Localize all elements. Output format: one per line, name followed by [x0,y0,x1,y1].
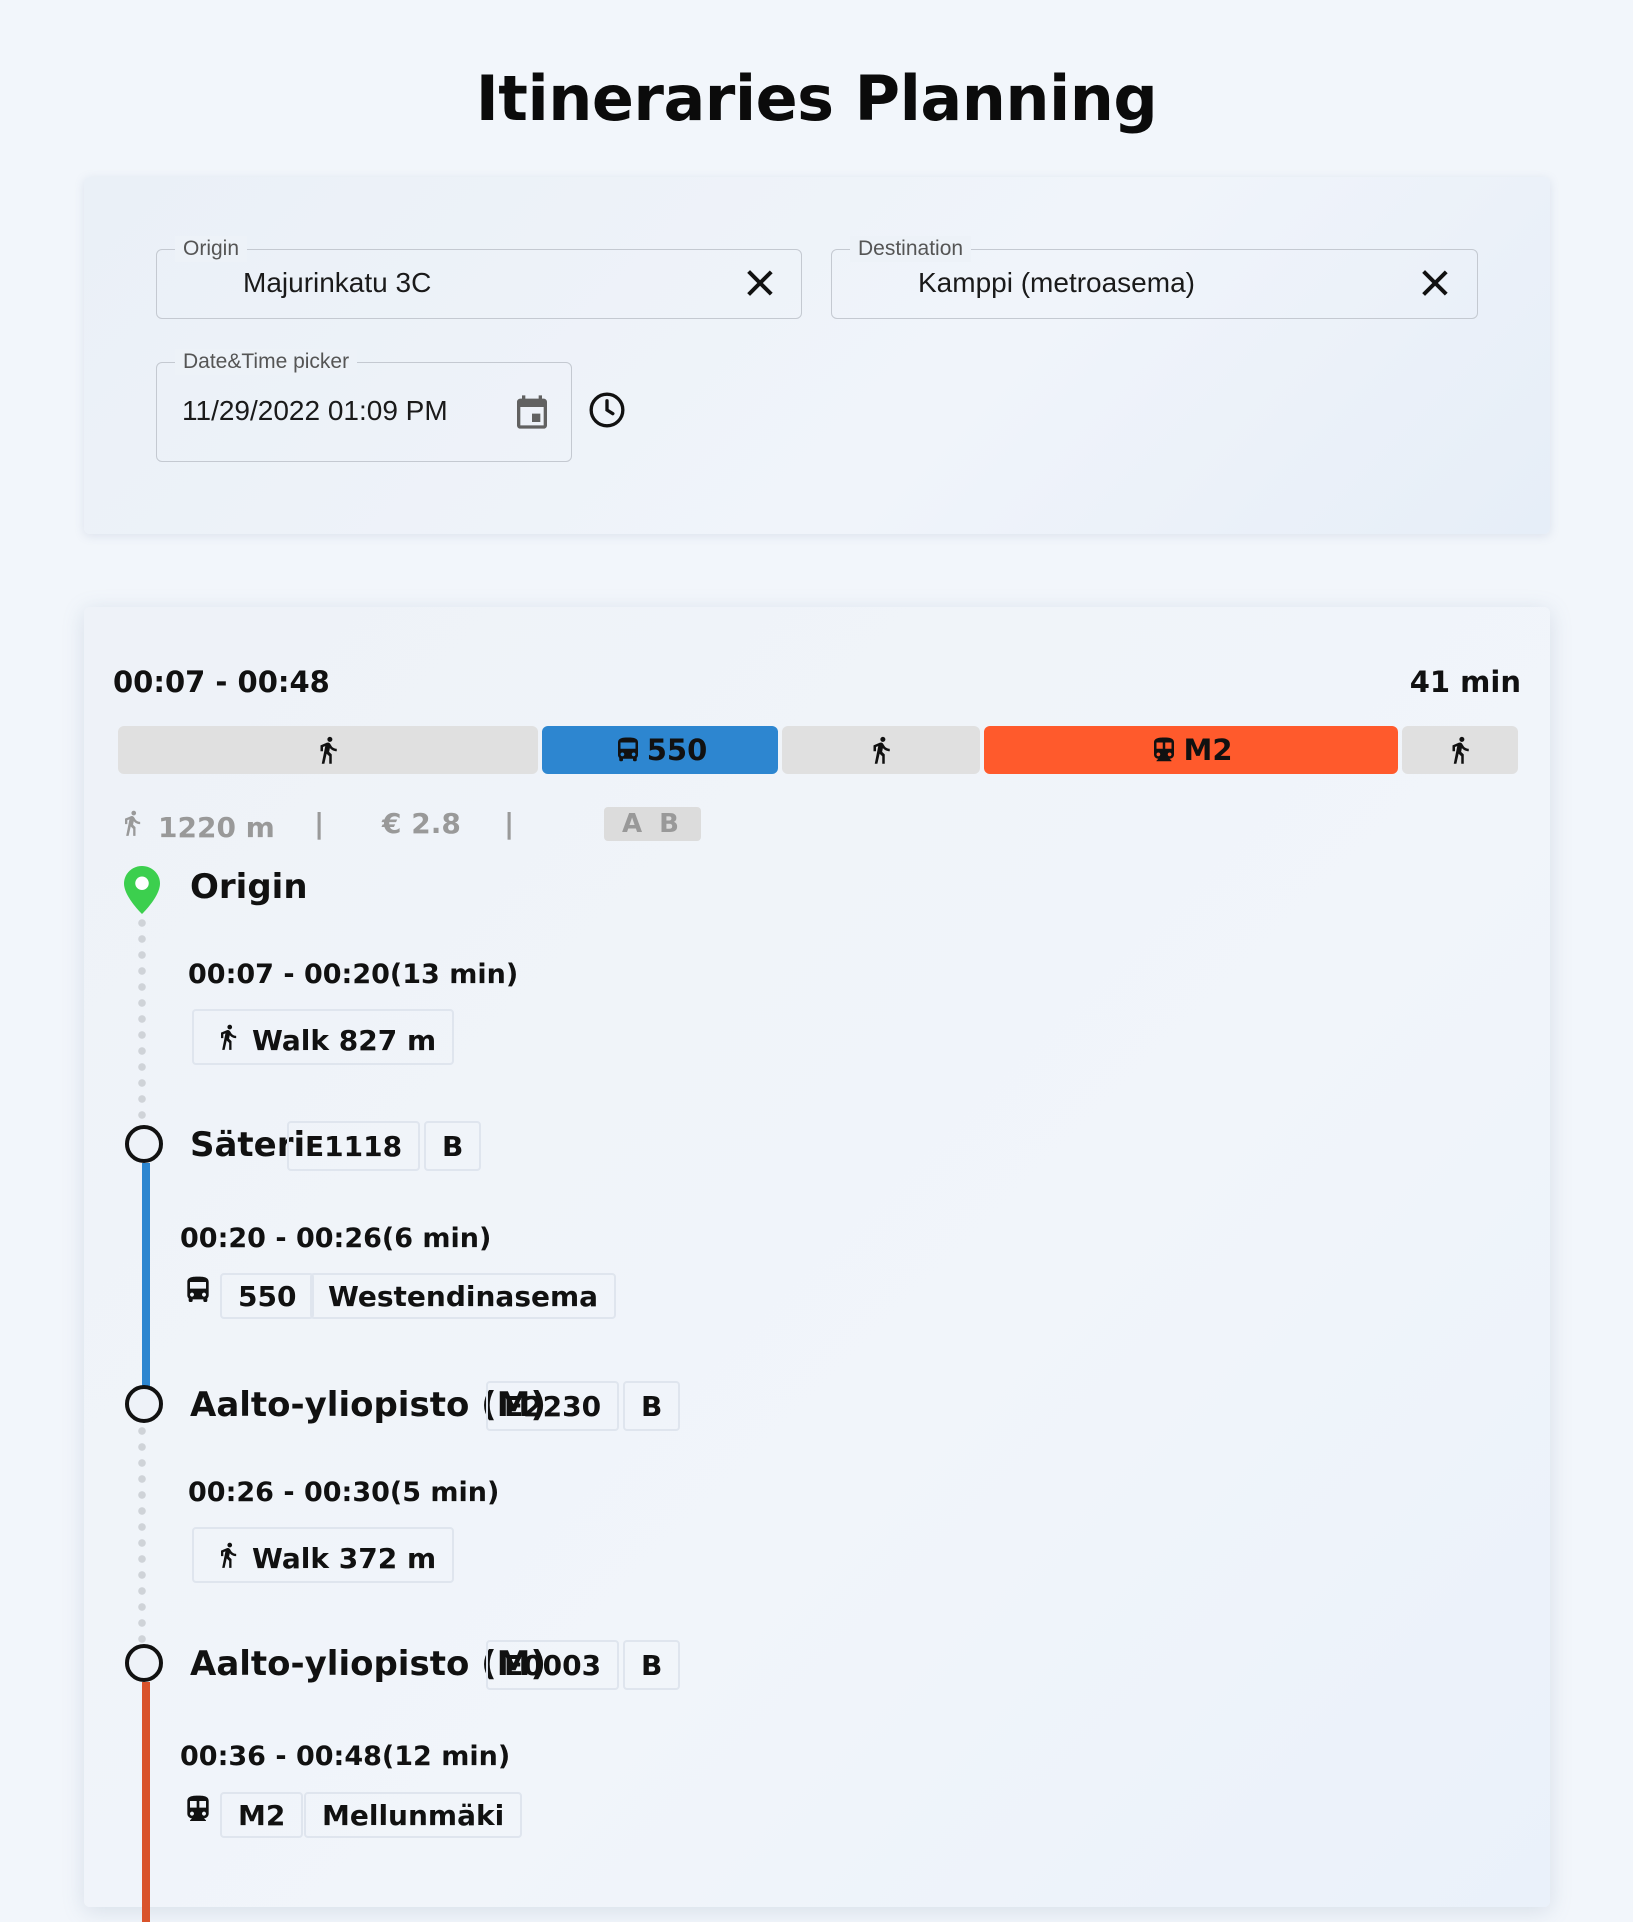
datetime-field[interactable]: Date&Time picker [156,349,572,462]
walk-icon [320,736,337,764]
bus-route-line [142,1163,150,1387]
origin-label: Origin [190,867,308,907]
summary-fare: € 2.8 [382,807,461,840]
calendar-icon[interactable] [512,391,552,433]
datetime-input[interactable] [182,395,482,427]
leg-4-time: 00:36 - 00:48(12 min) [180,1741,511,1772]
walk-icon [873,736,890,764]
origin-field[interactable]: Origin [156,236,802,319]
mode-segment-metro: M2 [984,726,1398,774]
summary-separator: | [314,807,325,840]
leg-3-time: 00:26 - 00:30(5 min) [188,1477,500,1508]
mode-segment-walk-2 [782,726,980,774]
mode-segment-metro-label: M2 [1183,733,1233,767]
summary-walk-distance: 1220 m [158,811,275,844]
destination-input[interactable] [918,267,1398,299]
summary-separator: | [504,807,515,840]
datetime-label: Date&Time picker [175,349,358,375]
mode-segment-bus: 550 [542,726,778,774]
stop-zone-chip: B [424,1121,482,1171]
mode-segment-bus-label: 550 [646,733,708,767]
leg-3-walk-desc: Walk 372 m [252,1541,437,1575]
metro-icon [187,1795,209,1821]
walk-route-line [138,1423,146,1647]
leg-3-walk-chip: Walk 372 m [192,1527,455,1583]
bus-icon [187,1276,209,1302]
mode-segment-walk [118,726,538,774]
destination-clear-icon[interactable] [1418,266,1452,300]
walk-icon [221,1542,237,1568]
headsign-chip: Westendinasema [310,1273,617,1319]
leg-1-time: 00:07 - 00:20(13 min) [188,959,519,990]
walk-icon [1452,736,1469,764]
route-chip: 550 [220,1273,315,1319]
origin-input[interactable] [243,267,723,299]
search-panel: Origin Destination Date&Time picker [84,177,1550,534]
stop-code-chip: E2230 [486,1381,620,1431]
clock-icon[interactable] [587,390,627,430]
mode-bar: 550 M2 [118,726,1518,774]
walk-icon [125,810,141,836]
headsign-chip: Mellunmäki [304,1792,523,1838]
mode-segment-walk-3 [1402,726,1518,774]
leg-1-walk-desc: Walk 827 m [252,1023,437,1057]
destination-field[interactable]: Destination [831,236,1478,319]
walk-icon [221,1024,237,1050]
origin-clear-icon[interactable] [743,266,777,300]
metro-icon [1154,737,1175,762]
origin-pin-icon [124,866,160,914]
leg-1-walk-chip: Walk 827 m [192,1009,455,1065]
metro-route-line [142,1682,150,1922]
stop-marker [125,1644,163,1682]
stop-marker [125,1125,163,1163]
itinerary-duration: 41 min [1409,665,1521,699]
walk-route-line [138,915,146,1141]
stop-code-chip: E0003 [486,1640,620,1690]
summary-zones: A B [604,807,701,841]
stop-marker [125,1385,163,1423]
origin-label: Origin [175,236,248,262]
stop-zone-chip: B [623,1640,681,1690]
itinerary-summary: 1220 m | € 2.8 | A B [118,805,818,849]
itinerary-card[interactable]: 00:07 - 00:48 41 min 550 M2 1220 m | € 2… [84,607,1550,1922]
page-title: Itineraries Planning [475,62,1158,135]
itinerary-time-range: 00:07 - 00:48 [113,665,330,699]
route-chip: M2 [220,1792,304,1838]
leg-2-time: 00:20 - 00:26(6 min) [180,1223,492,1254]
stop-code-chip: E1118 [287,1121,421,1171]
stop-zone-chip: B [623,1381,681,1431]
bus-icon [617,737,638,762]
destination-label: Destination [850,236,972,262]
